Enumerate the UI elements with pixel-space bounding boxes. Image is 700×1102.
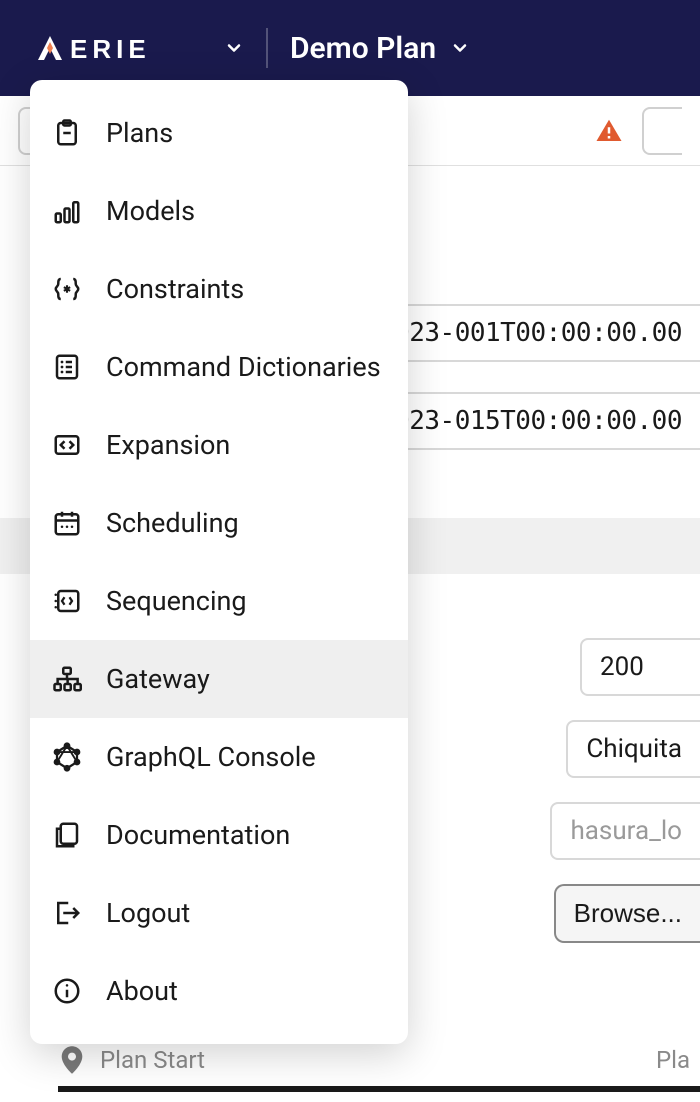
menu-item-command-dictionaries[interactable]: Command Dictionaries bbox=[30, 328, 408, 406]
list-doc-icon bbox=[50, 350, 84, 384]
menu-label: Gateway bbox=[106, 663, 210, 695]
menu-item-sequencing[interactable]: Sequencing bbox=[30, 562, 408, 640]
menu-label: Models bbox=[106, 195, 195, 227]
warning-icon[interactable] bbox=[594, 116, 624, 146]
menu-label: Plans bbox=[106, 117, 173, 149]
bar-chart-icon bbox=[50, 194, 84, 228]
timeline: Plan Start Pla bbox=[0, 1044, 700, 1102]
plan-start-label: Plan Start bbox=[100, 1046, 205, 1074]
menu-item-documentation[interactable]: Documentation bbox=[30, 796, 408, 874]
menu-item-graphql-console[interactable]: GraphQL Console bbox=[30, 718, 408, 796]
menu-item-scheduling[interactable]: Scheduling bbox=[30, 484, 408, 562]
plan-end-label: Pla bbox=[656, 1046, 690, 1074]
chevron-down-icon bbox=[450, 38, 470, 58]
plan-selector[interactable]: Demo Plan bbox=[290, 31, 470, 66]
info-icon bbox=[50, 974, 84, 1008]
map-pin-icon bbox=[58, 1044, 86, 1076]
menu-item-gateway[interactable]: Gateway bbox=[30, 640, 408, 718]
code-box-icon bbox=[50, 428, 84, 462]
logout-icon bbox=[50, 896, 84, 930]
menu-label: Constraints bbox=[106, 273, 244, 305]
browse-button[interactable]: Browse... bbox=[554, 884, 700, 943]
topbar-divider bbox=[266, 28, 268, 68]
timeline-bar[interactable] bbox=[58, 1086, 700, 1092]
network-icon bbox=[50, 662, 84, 696]
number-field[interactable]: 200 bbox=[580, 638, 700, 696]
menu-item-constraints[interactable]: Constraints bbox=[30, 250, 408, 328]
menu-label: GraphQL Console bbox=[106, 741, 316, 773]
menu-item-about[interactable]: About bbox=[30, 952, 408, 1030]
calendar-icon bbox=[50, 506, 84, 540]
aerie-logo-icon: ERIE bbox=[30, 32, 210, 64]
menu-label: Command Dictionaries bbox=[106, 351, 381, 383]
start-time-field[interactable]: 2023-001T00:00:00.00 bbox=[359, 304, 700, 362]
menu-label: Scheduling bbox=[106, 507, 239, 539]
banana-field[interactable]: Chiquita bbox=[566, 720, 700, 778]
braces-asterisk-icon bbox=[50, 272, 84, 306]
menu-item-logout[interactable]: Logout bbox=[30, 874, 408, 952]
menu-label: Documentation bbox=[106, 819, 290, 851]
menu-label: About bbox=[106, 975, 178, 1007]
chevron-down-icon bbox=[224, 38, 244, 58]
menu-label: Expansion bbox=[106, 429, 230, 461]
brand-dropdown[interactable]: ERIE bbox=[30, 32, 244, 64]
hasura-field[interactable]: hasura_lo bbox=[550, 802, 700, 860]
menu-item-expansion[interactable]: Expansion bbox=[30, 406, 408, 484]
clipboard-icon bbox=[50, 116, 84, 150]
end-time-field[interactable]: 2023-015T00:00:00.00 bbox=[359, 392, 700, 450]
menu-item-models[interactable]: Models bbox=[30, 172, 408, 250]
docs-icon bbox=[50, 818, 84, 852]
menu-label: Sequencing bbox=[106, 585, 247, 617]
plan-name: Demo Plan bbox=[290, 31, 436, 66]
menu-label: Logout bbox=[106, 897, 190, 929]
main-menu: Plans Models Constraints Command Diction… bbox=[30, 80, 408, 1044]
menu-item-plans[interactable]: Plans bbox=[30, 94, 408, 172]
graphql-icon bbox=[50, 740, 84, 774]
svg-text:ERIE: ERIE bbox=[70, 34, 151, 64]
toolbar-right-button[interactable] bbox=[642, 107, 682, 155]
sequence-icon bbox=[50, 584, 84, 618]
